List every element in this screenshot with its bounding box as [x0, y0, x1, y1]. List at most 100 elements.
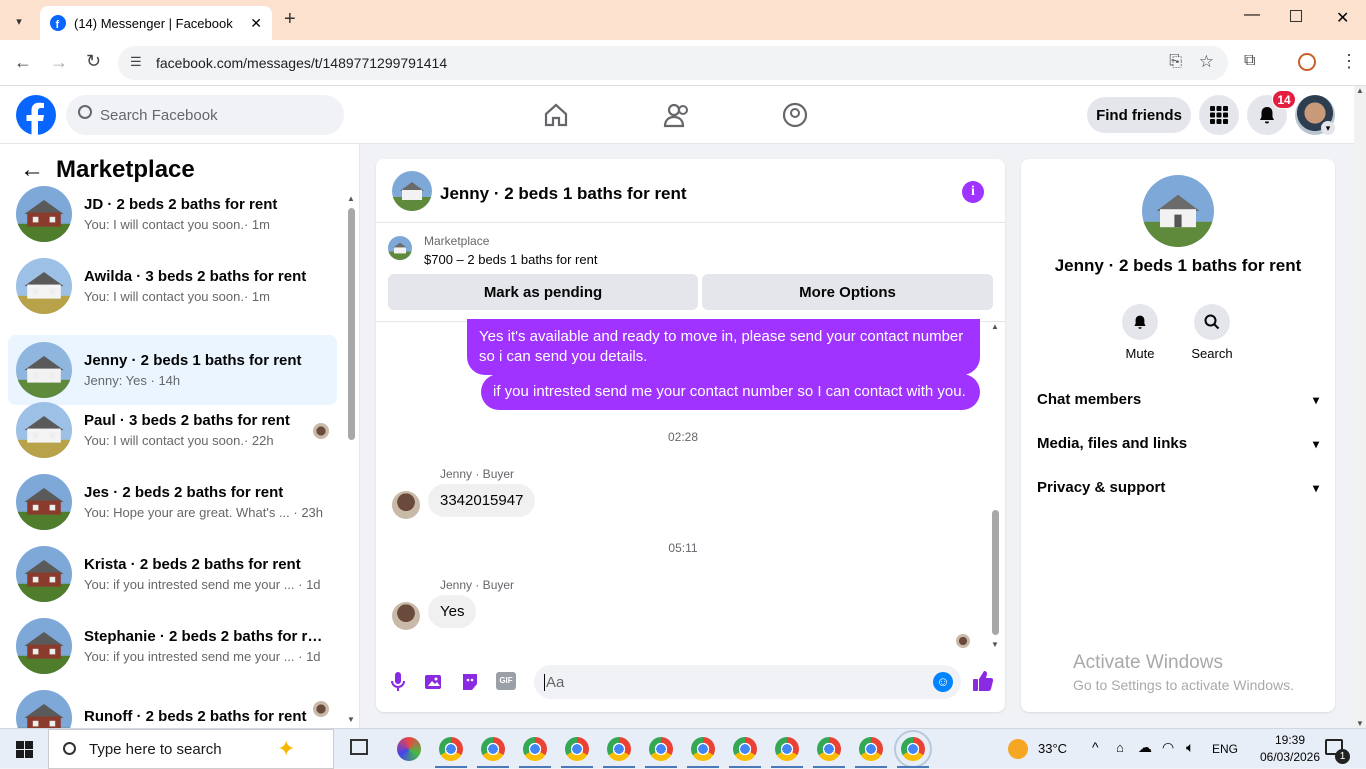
address-bar[interactable]: ☰ facebook.com/messages/t/14897712997914…	[118, 46, 1228, 80]
more-options-button[interactable]: More Options	[702, 274, 993, 310]
sender-avatar[interactable]	[392, 602, 420, 630]
facebook-logo-icon[interactable]	[16, 95, 56, 135]
groups-icon[interactable]	[782, 102, 808, 128]
restore-icon[interactable]	[1290, 10, 1302, 22]
chrome-taskbar-icon[interactable]	[901, 737, 925, 761]
scroll-up-arrow-icon[interactable]: ▲	[346, 194, 356, 203]
mute-button[interactable]: Mute	[1120, 304, 1160, 361]
gif-icon[interactable]: GIF	[496, 672, 516, 690]
extensions-icon[interactable]: ⧉	[1244, 52, 1255, 70]
install-app-icon[interactable]: ⎘	[1169, 53, 1182, 71]
cloud-icon[interactable]: ☁	[1138, 739, 1152, 756]
privacy-support-section[interactable]: Privacy & support▾	[1037, 479, 1319, 496]
chevron-up-icon[interactable]: ^	[1092, 739, 1099, 755]
chrome-taskbar-icon[interactable]	[523, 737, 547, 761]
chrome-taskbar-icon[interactable]	[649, 737, 673, 761]
conversation-item[interactable]: Paul · 3 beds 2 baths for rentYou: I wil…	[8, 395, 337, 465]
chrome-taskbar-icon[interactable]	[607, 737, 631, 761]
taskbar-search-box[interactable]: Type here to search ✦	[48, 729, 334, 769]
conversation-item[interactable]: Awilda · 3 beds 2 baths for rentYou: I w…	[8, 251, 337, 321]
chrome-taskbar-icon[interactable]	[775, 737, 799, 761]
chrome-taskbar-icon[interactable]	[565, 737, 589, 761]
sticker-icon[interactable]	[460, 672, 480, 692]
listing-thumbnail[interactable]	[388, 236, 412, 260]
volume-icon[interactable]: 🔈︎	[1186, 739, 1194, 756]
scroll-down-arrow-icon[interactable]: ▼	[346, 715, 356, 724]
conversation-item[interactable]: Krista · 2 beds 2 baths for rentYou: if …	[8, 539, 337, 609]
app-icon[interactable]	[397, 737, 421, 761]
scroll-down-arrow-icon[interactable]: ▼	[989, 640, 1001, 649]
message-input[interactable]: Aa	[534, 665, 961, 699]
clock-date[interactable]: 06/03/2026	[1256, 750, 1324, 764]
chrome-taskbar-icon[interactable]	[439, 737, 463, 761]
chat-members-section[interactable]: Chat members▾	[1037, 391, 1319, 408]
incoming-message[interactable]: Yes	[428, 595, 476, 628]
chat-scrollbar[interactable]: ▲ ▼	[989, 322, 1001, 649]
facebook-search-input[interactable]: Search Facebook	[66, 95, 344, 135]
menu-kebab-icon[interactable]: ⋮	[1340, 51, 1358, 72]
weather-temp[interactable]: 33°C	[1038, 741, 1067, 756]
sidebar-scrollbar[interactable]: ▲ ▼	[346, 194, 356, 724]
bookmark-star-icon[interactable]: ☆	[1199, 52, 1214, 72]
incoming-message[interactable]: 3342015947	[428, 484, 535, 517]
conversation-item[interactable]: JD · 2 beds 2 baths for rentYou: I will …	[8, 179, 337, 249]
site-info-icon[interactable]: ☰	[130, 54, 142, 70]
chat-listing-avatar[interactable]	[392, 171, 432, 211]
chat-scroll-thumb[interactable]	[992, 510, 999, 635]
search-conversation-button[interactable]: Search	[1192, 304, 1232, 361]
seen-avatar	[956, 634, 970, 648]
conversation-text: Paul · 3 beds 2 baths for rentYou: I wil…	[84, 412, 324, 448]
windows-start-icon[interactable]	[16, 741, 33, 758]
chat-header-title: Jenny · 2 beds 1 baths for rent	[440, 184, 687, 204]
chrome-taskbar-icon[interactable]	[859, 737, 883, 761]
sender-avatar[interactable]	[392, 491, 420, 519]
sidebar-scroll-thumb[interactable]	[348, 208, 355, 440]
chrome-taskbar-icon[interactable]	[481, 737, 505, 761]
scroll-down-arrow-icon[interactable]: ▼	[1354, 719, 1366, 728]
chrome-taskbar-icon[interactable]	[733, 737, 757, 761]
info-icon[interactable]: i	[962, 181, 984, 203]
reload-icon[interactable]: ↻	[86, 51, 101, 72]
profile-icon[interactable]	[1298, 53, 1316, 71]
back-icon[interactable]: ←	[14, 52, 32, 73]
mark-as-pending-button[interactable]: Mark as pending	[388, 274, 698, 310]
network-icon[interactable]: ⌂	[1116, 740, 1124, 755]
browser-tab[interactable]: f (14) Messenger | Facebook ✕	[40, 6, 272, 40]
weather-sun-icon[interactable]	[1008, 739, 1028, 759]
close-tab-icon[interactable]: ✕	[250, 15, 262, 32]
tab-search-icon[interactable]: ▾	[8, 10, 30, 32]
thumbs-up-icon[interactable]	[972, 670, 994, 692]
minimize-icon[interactable]: —	[1244, 6, 1260, 24]
find-friends-button[interactable]: Find friends	[1087, 97, 1191, 133]
home-icon[interactable]	[543, 102, 569, 128]
wifi-icon[interactable]: ◠	[1162, 739, 1174, 756]
menu-grid-button[interactable]	[1199, 95, 1239, 135]
outgoing-message[interactable]: Yes it's available and ready to move in,…	[467, 319, 980, 375]
microphone-icon[interactable]	[390, 671, 406, 693]
scroll-up-arrow-icon[interactable]: ▲	[1354, 86, 1366, 95]
listing-avatar[interactable]	[1142, 175, 1214, 247]
language-indicator[interactable]: ENG	[1212, 742, 1238, 756]
photo-icon[interactable]	[424, 672, 444, 692]
forward-icon[interactable]: →	[50, 52, 68, 73]
close-window-icon[interactable]: ✕	[1336, 8, 1349, 28]
emoji-icon[interactable]: ☺	[933, 672, 953, 692]
outgoing-message[interactable]: if you intrested send me your contact nu…	[481, 374, 980, 410]
tab-title: (14) Messenger | Facebook	[74, 16, 250, 31]
chrome-taskbar-icon[interactable]	[817, 737, 841, 761]
activate-windows-title: Activate Windows	[1073, 652, 1223, 674]
conversation-item[interactable]: Jes · 2 beds 2 baths for rentYou: Hope y…	[8, 467, 337, 537]
conversation-item[interactable]: Stephanie · 2 beds 2 baths for re...You:…	[8, 611, 337, 681]
conversation-item[interactable]: Runoff · 2 beds 2 baths for rent	[8, 683, 337, 728]
account-chevron-down-icon[interactable]: ▾	[1321, 121, 1335, 135]
page-scrollbar[interactable]: ▲ ▼	[1354, 86, 1366, 728]
house-thumbnail-icon	[392, 171, 432, 211]
media-files-links-section[interactable]: Media, files and links▾	[1037, 435, 1319, 452]
listing-description[interactable]: $700 – 2 beds 1 baths for rent	[424, 252, 597, 267]
task-view-icon[interactable]	[350, 739, 368, 755]
new-tab-icon[interactable]: +	[284, 8, 296, 31]
clock-time[interactable]: 19:39	[1264, 733, 1316, 747]
chrome-taskbar-icon[interactable]	[691, 737, 715, 761]
scroll-up-arrow-icon[interactable]: ▲	[989, 322, 1001, 331]
friends-icon[interactable]	[663, 102, 691, 128]
